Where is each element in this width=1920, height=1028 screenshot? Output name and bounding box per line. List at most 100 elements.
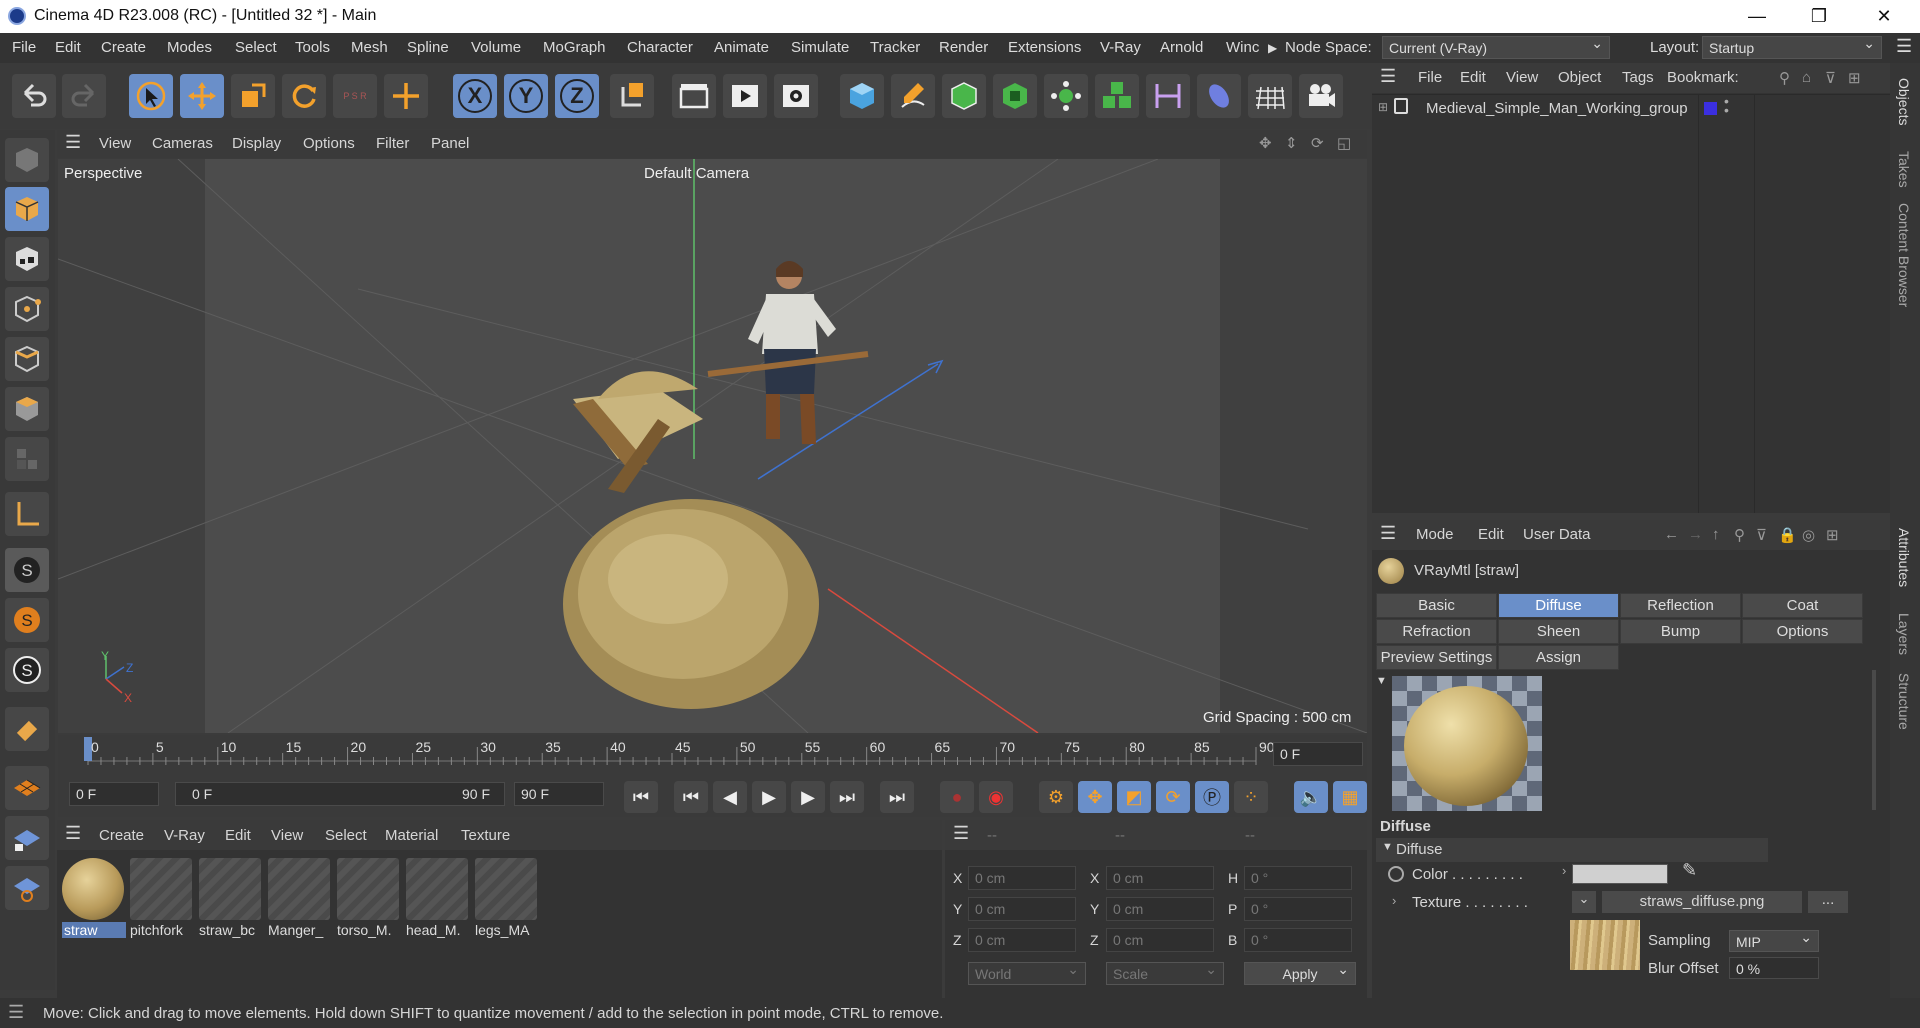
side-tab-objects[interactable]: Objects	[1896, 78, 1912, 125]
camera-button[interactable]	[1299, 74, 1343, 118]
menu-window[interactable]: Winc	[1226, 39, 1259, 56]
attr-new-panel-icon[interactable]: ⊞	[1826, 526, 1839, 544]
cube-button[interactable]	[840, 74, 884, 118]
render-view-button[interactable]	[723, 74, 767, 118]
tab-sheen[interactable]: Sheen	[1498, 619, 1619, 644]
collapse-preview-icon[interactable]: ▼	[1376, 675, 1387, 687]
extrude-button[interactable]	[993, 74, 1037, 118]
texture-mode-button[interactable]	[5, 237, 49, 281]
texture-browse-button[interactable]: ...	[1808, 891, 1848, 913]
size-mode-dropdown[interactable]: Scale	[1106, 961, 1224, 985]
objects-menu-edit[interactable]: Edit	[1460, 69, 1486, 86]
coordinate-system-button[interactable]	[610, 74, 654, 118]
menu-mograph[interactable]: MoGraph	[543, 39, 606, 56]
rotation-key-button[interactable]: ⟳	[1156, 781, 1190, 813]
uv-mode-button[interactable]	[5, 437, 49, 481]
autokey-button[interactable]: ◉	[979, 781, 1013, 813]
size-z-field[interactable]: 0 cm	[1106, 928, 1214, 952]
start-frame-field[interactable]: 0 F	[69, 782, 159, 806]
viewport-hamburger-icon[interactable]: ☰	[65, 132, 81, 153]
material-hamburger-icon[interactable]: ☰	[65, 823, 81, 844]
position-y-field[interactable]: 0 cm	[968, 897, 1076, 921]
y-axis-lock-button[interactable]: Y	[504, 74, 548, 118]
floor-button[interactable]	[1248, 74, 1292, 118]
menu-modes[interactable]: Modes	[167, 39, 212, 56]
apply-button[interactable]: Apply	[1244, 961, 1356, 985]
material-menu-edit[interactable]: Edit	[225, 827, 251, 844]
viewport-menu-panel[interactable]: Panel	[431, 135, 469, 152]
rotate-tool-button[interactable]	[282, 74, 326, 118]
new-panel-icon[interactable]: ⊞	[1848, 69, 1861, 87]
menu-extensions[interactable]: Extensions	[1008, 39, 1081, 56]
axis-mode-button[interactable]	[5, 492, 49, 536]
material-pitchfork[interactable]: pitchfork	[130, 858, 194, 944]
viewport-zoom-icon[interactable]: ⇕	[1285, 134, 1298, 152]
layer-color-swatch[interactable]	[1704, 102, 1717, 115]
tab-bump[interactable]: Bump	[1620, 619, 1741, 644]
viewport-menu-display[interactable]: Display	[232, 135, 281, 152]
objects-menu-tags[interactable]: Tags	[1622, 69, 1654, 86]
keyframe-selection-button[interactable]: ⚙	[1039, 781, 1073, 813]
layout-dropdown[interactable]: Startup	[1702, 35, 1882, 59]
side-tab-layers[interactable]: Layers	[1896, 613, 1912, 655]
side-tab-structure[interactable]: Structure	[1896, 673, 1912, 730]
close-button[interactable]: ✕	[1855, 0, 1913, 33]
pen-button[interactable]	[891, 74, 935, 118]
home-icon[interactable]: ⌂	[1802, 69, 1811, 86]
menu-vray[interactable]: V-Ray	[1100, 39, 1141, 56]
hamburger-icon[interactable]: ☰	[1896, 36, 1912, 57]
menu-edit[interactable]: Edit	[55, 39, 81, 56]
rotation-b-field[interactable]: 0 °	[1244, 928, 1352, 952]
snap-button[interactable]	[5, 707, 49, 751]
viewport-menu-filter[interactable]: Filter	[376, 135, 409, 152]
timeline-ruler[interactable]: 0 5 10 15 20 25 30 35 40 45 50 55 60 65 70 75 80 85 90 0 F	[58, 735, 1367, 775]
color-swatch[interactable]	[1572, 864, 1668, 884]
live-selection-button[interactable]	[129, 74, 173, 118]
attributes-menu-mode[interactable]: Mode	[1416, 526, 1454, 543]
material-menu-vray[interactable]: V-Ray	[164, 827, 205, 844]
eyedropper-icon[interactable]: ✎	[1682, 860, 1697, 881]
z-axis-lock-button[interactable]: Z	[555, 74, 599, 118]
maximize-button[interactable]: ❐	[1790, 0, 1848, 33]
solo-single-button[interactable]: S	[5, 598, 49, 642]
expand-icon[interactable]: ⊞	[1378, 100, 1388, 114]
record-active-button[interactable]: ●	[940, 781, 974, 813]
menu-overflow-icon[interactable]: ▶	[1268, 41, 1277, 55]
solo-hierarchy-button[interactable]: S	[5, 648, 49, 692]
menu-select[interactable]: Select	[235, 39, 277, 56]
coordinate-space-dropdown[interactable]: World	[968, 961, 1086, 985]
position-x-field[interactable]: 0 cm	[968, 866, 1076, 890]
end-frame-field[interactable]: 90 F	[514, 782, 604, 806]
material-menu-view[interactable]: View	[271, 827, 303, 844]
go-to-start-button[interactable]: ⏮	[624, 781, 658, 813]
tab-preview-settings[interactable]: Preview Settings	[1376, 645, 1497, 670]
attributes-hamburger-icon[interactable]: ☰	[1380, 523, 1396, 544]
planar-workplane-button[interactable]	[5, 866, 49, 910]
workplane-button[interactable]	[5, 766, 49, 810]
material-menu-create[interactable]: Create	[99, 827, 144, 844]
rotation-h-field[interactable]: 0 °	[1244, 866, 1352, 890]
sound-button[interactable]: 🔈	[1294, 781, 1328, 813]
next-frame-button[interactable]: ▶	[791, 781, 825, 813]
scale-key-button[interactable]: ◩	[1117, 781, 1151, 813]
model-mode-button[interactable]	[5, 187, 49, 231]
lock-icon[interactable]: 🔒	[1778, 526, 1797, 544]
point-mode-button[interactable]	[5, 287, 49, 331]
menu-character[interactable]: Character	[627, 39, 693, 56]
polygon-mode-button[interactable]	[5, 387, 49, 431]
object-row[interactable]: ⊞ Medieval_Simple_Man_Working_group • •	[1372, 94, 1890, 121]
visibility-dots-icon[interactable]: • •	[1724, 94, 1729, 117]
tab-coat[interactable]: Coat	[1742, 593, 1863, 618]
objects-menu-file[interactable]: File	[1418, 69, 1442, 86]
objects-menu-view[interactable]: View	[1506, 69, 1538, 86]
texture-expand-icon[interactable]: ›	[1392, 893, 1396, 908]
side-tab-attributes[interactable]: Attributes	[1896, 528, 1912, 587]
tab-options[interactable]: Options	[1742, 619, 1863, 644]
search-icon[interactable]: ⚲	[1779, 69, 1790, 87]
x-axis-lock-button[interactable]: X	[453, 74, 497, 118]
side-tab-content-browser[interactable]: Content Browser	[1896, 203, 1912, 307]
material-menu-select[interactable]: Select	[325, 827, 367, 844]
menu-animate[interactable]: Animate	[714, 39, 769, 56]
size-x-field[interactable]: 0 cm	[1106, 866, 1214, 890]
attributes-menu-edit[interactable]: Edit	[1478, 526, 1504, 543]
